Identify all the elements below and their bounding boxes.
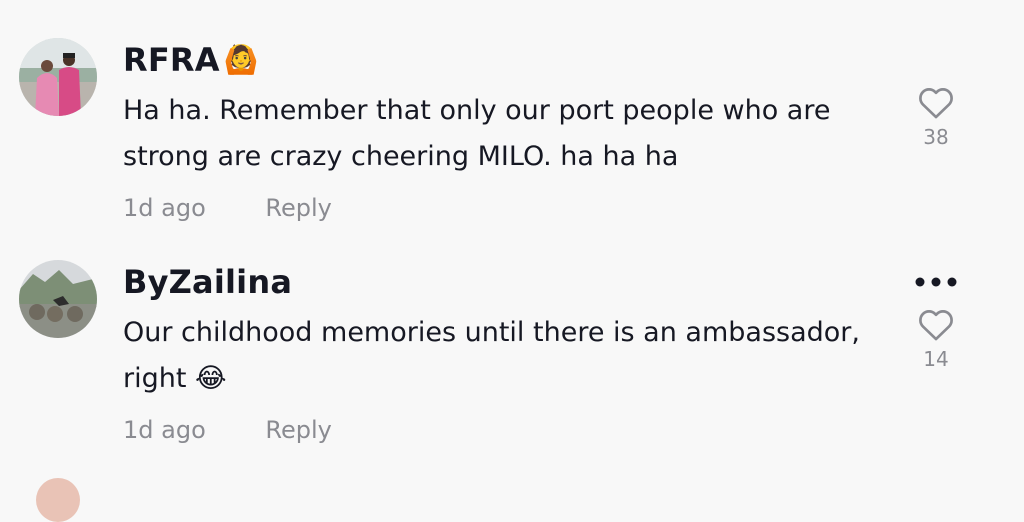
heart-outline-icon[interactable] xyxy=(917,306,955,342)
avatar[interactable] xyxy=(19,38,97,116)
more-options-icon[interactable] xyxy=(910,270,962,294)
like-button[interactable]: 38 xyxy=(904,84,968,150)
like-count: 14 xyxy=(923,347,949,371)
avatar[interactable] xyxy=(36,478,80,522)
username-emoji: 🙆 xyxy=(223,43,259,76)
reply-button[interactable]: Reply xyxy=(265,416,331,444)
username[interactable]: ByZailina xyxy=(123,260,292,304)
username-text[interactable]: ByZailina xyxy=(123,263,292,301)
like-button[interactable]: 14 xyxy=(904,306,968,372)
username[interactable]: RFRA 🙆 xyxy=(123,38,259,82)
like-count: 38 xyxy=(923,125,949,149)
comment-meta: 1d ago Reply xyxy=(123,188,332,228)
comment-text: Our childhood memories until there is an… xyxy=(123,317,860,394)
comment-text: Ha ha. Remember that only our port peopl… xyxy=(123,95,831,172)
heart-outline-icon[interactable] xyxy=(917,84,955,120)
avatar[interactable] xyxy=(19,260,97,338)
username-text[interactable]: RFRA xyxy=(123,41,220,79)
reply-button[interactable]: Reply xyxy=(265,194,331,222)
comment-time: 1d ago xyxy=(123,194,206,222)
comment-time: 1d ago xyxy=(123,416,206,444)
comment-meta: 1d ago Reply xyxy=(123,410,332,450)
